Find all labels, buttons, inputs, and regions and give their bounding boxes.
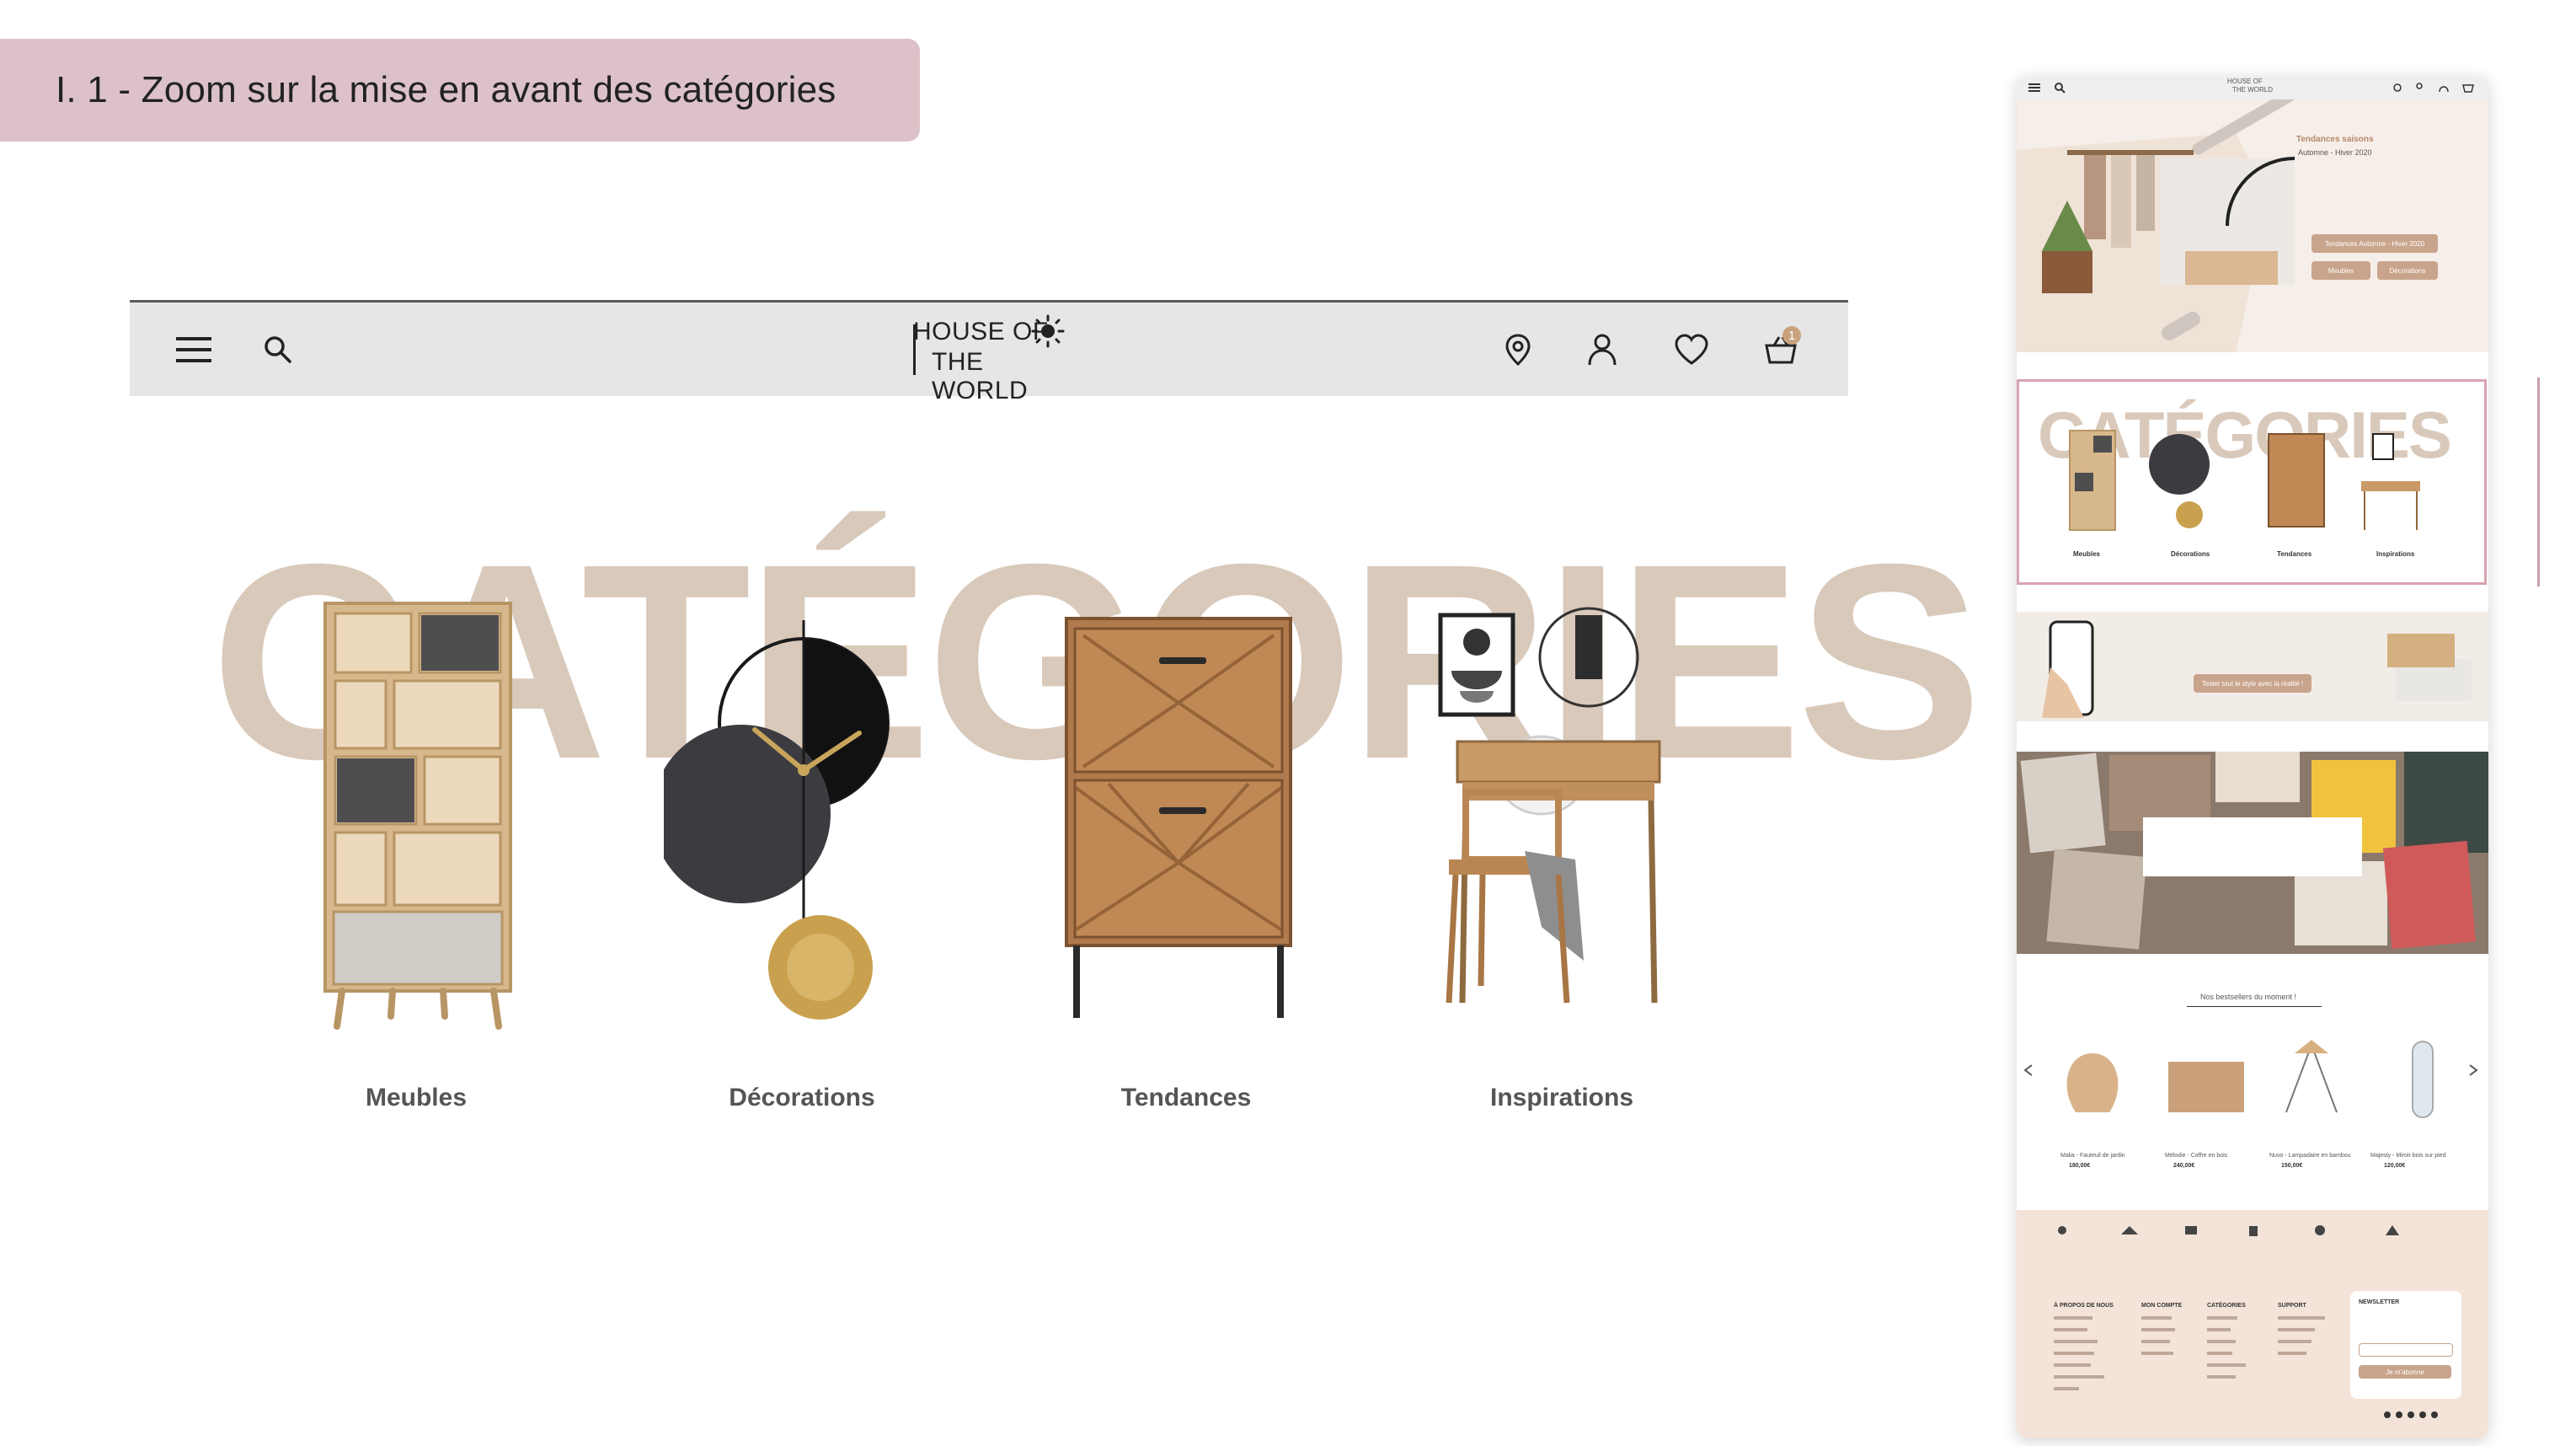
preview-hero-title: Tendances saisons — [2296, 135, 2374, 144]
logo-line-2: THE WORLD — [932, 348, 1029, 404]
preview-footer: À PROPOS DE NOUS MON COMPTE CATÉGORIES S… — [2017, 1210, 2488, 1438]
basket-icon[interactable]: 1 — [1757, 326, 1804, 373]
preview-logo-line-1: HOUSE OF — [2227, 78, 2263, 85]
preview-social-icons — [2384, 1411, 2438, 1418]
preview-hero-button-2[interactable]: Décorations — [2377, 261, 2438, 280]
preview-footer-links — [2054, 1316, 2325, 1390]
preview-cat-label-4: Inspirations — [2376, 550, 2415, 558]
preview-product-name-4: Majesty - Miroir bois sur pied — [2370, 1153, 2446, 1159]
preview-footer-col-4: SUPPORT — [2278, 1303, 2306, 1309]
preview-bestsellers-underline — [2187, 1006, 2322, 1007]
preview-hero-button-1[interactable]: Meubles — [2311, 261, 2370, 280]
category-label-decorations[interactable]: Décorations — [676, 1084, 928, 1112]
preview-prev-arrow-icon[interactable] — [2020, 1062, 2037, 1079]
preview-product-price-1: 180,00€ — [2069, 1163, 2091, 1169]
preview-product-name-1: Malia - Fauteuil de jardin — [2060, 1153, 2125, 1159]
preview-hero: Tendances saisons Automne - Hiver 2020 T… — [2017, 99, 2488, 352]
menu-icon[interactable] — [170, 326, 217, 373]
preview-categories-section[interactable]: CATÉGORIES Meubles Décorations Tendances… — [2017, 379, 2487, 585]
preview-product-name-2: Mélodie - Coffre en bois — [2165, 1153, 2228, 1159]
section-title-text: I. 1 - Zoom sur la mise en avant des cat… — [56, 69, 836, 110]
preview-hero-main-button[interactable]: Tendances Automne - Hiver 2020 — [2311, 234, 2438, 253]
preview-highlight-indicator — [2537, 378, 2540, 586]
preview-ar-banner: Tester tout le style avec la réalité ! — [2017, 612, 2488, 721]
logo-line-1: HOUSE OF — [913, 318, 1049, 345]
preview-menu-icon — [2028, 83, 2040, 92]
preview-cat-label-2: Décorations — [2171, 550, 2210, 558]
cabinet-image[interactable] — [1058, 610, 1302, 1023]
preview-footer-col-2: MON COMPTE — [2141, 1303, 2183, 1309]
site-header: HOUSE OF THE WORLD 1 — [130, 300, 1848, 404]
preview-newsletter-button[interactable]: Je m'abonne — [2359, 1365, 2451, 1379]
full-page-preview[interactable]: HOUSE OF THE WORLD Tendances saisons Aut… — [2017, 76, 2488, 1438]
preview-bestsellers: Nos bestsellers du moment ! Malia - Faut… — [2017, 986, 2488, 1205]
preview-newsletter-box: NEWSLETTER Je m'abonne — [2350, 1291, 2461, 1399]
search-icon[interactable] — [254, 326, 302, 373]
preview-product-name-3: Nuvo - Lampadaire en bambou — [2269, 1153, 2351, 1159]
preview-ar-image — [2042, 620, 2472, 718]
preview-inspiration-collage — [2017, 752, 2488, 954]
preview-collage-image — [2017, 752, 2488, 954]
preview-bestsellers-title: Nos bestsellers du moment ! — [2200, 993, 2297, 1001]
preview-product-price-3: 150,00€ — [2281, 1163, 2303, 1169]
preview-newsletter-title: NEWSLETTER — [2359, 1299, 2400, 1305]
preview-footer-col-1: À PROPOS DE NOUS — [2054, 1303, 2114, 1309]
category-label-meubles[interactable]: Meubles — [290, 1084, 542, 1112]
category-label-tendances[interactable]: Tendances — [1060, 1084, 1312, 1112]
cart-count-badge: 1 — [1782, 326, 1801, 345]
preview-product-price-4: 120,00€ — [2384, 1163, 2406, 1169]
preview-ar-button[interactable]: Tester tout le style avec la réalité ! — [2194, 674, 2311, 693]
wall-clock-image[interactable] — [664, 620, 908, 1025]
site-logo[interactable]: HOUSE OF THE WORLD — [913, 314, 1073, 404]
sun-icon — [1031, 314, 1065, 348]
heart-icon[interactable] — [1668, 326, 1715, 373]
preview-hero-subtitle: Automne - Hiver 2020 — [2298, 148, 2372, 157]
preview-newsletter-input[interactable] — [2359, 1343, 2453, 1357]
preview-product-images — [2066, 1040, 2434, 1118]
preview-category-images — [2069, 430, 2420, 531]
preview-cat-label-3: Tendances — [2277, 550, 2312, 558]
preview-search-icon — [2055, 83, 2066, 94]
section-title-tag: I. 1 - Zoom sur la mise en avant des cat… — [0, 39, 920, 142]
bookshelf-image[interactable] — [317, 595, 522, 1033]
preview-service-icons — [2058, 1225, 2399, 1236]
preview-hero-image — [2017, 99, 2296, 352]
preview-cat-label-1: Meubles — [2073, 550, 2101, 558]
location-pin-icon[interactable] — [1494, 326, 1542, 373]
preview-logo-line-2: THE WORLD — [2232, 86, 2273, 94]
preview-header: HOUSE OF THE WORLD — [2017, 76, 2488, 99]
preview-product-price-2: 240,00€ — [2173, 1163, 2195, 1169]
preview-header-icons — [2393, 83, 2474, 93]
desk-with-chair-image[interactable] — [1432, 607, 1676, 1011]
preview-footer-col-3: CATÉGORIES — [2207, 1303, 2246, 1309]
preview-next-arrow-icon[interactable] — [2465, 1062, 2482, 1079]
category-label-inspirations[interactable]: Inspirations — [1435, 1084, 1688, 1112]
user-icon[interactable] — [1579, 326, 1626, 373]
